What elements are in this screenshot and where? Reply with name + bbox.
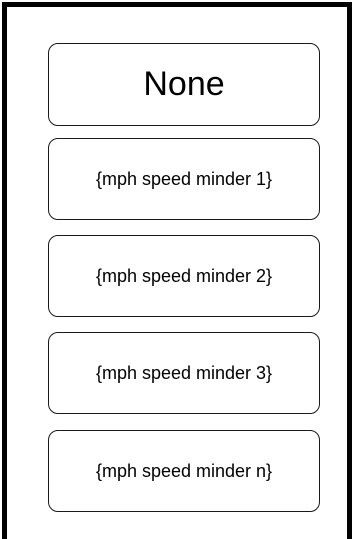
option-label: {mph speed minder 1} (95, 168, 273, 189)
option-none-button[interactable]: None (48, 43, 320, 126)
option-speed-minder-2-button[interactable]: {mph speed minder 2} (48, 235, 320, 317)
frame-top-border (2, 2, 352, 7)
option-speed-minder-n-button[interactable]: {mph speed minder n} (48, 430, 320, 512)
option-speed-minder-1-button[interactable]: {mph speed minder 1} (48, 138, 320, 220)
frame-right-border (347, 2, 352, 539)
option-label: None (143, 65, 225, 103)
option-label: {mph speed minder 3} (95, 362, 273, 383)
option-speed-minder-3-button[interactable]: {mph speed minder 3} (48, 332, 320, 414)
option-label: {mph speed minder n} (95, 460, 273, 481)
option-label: {mph speed minder 2} (95, 265, 273, 286)
frame-left-border (2, 2, 7, 539)
